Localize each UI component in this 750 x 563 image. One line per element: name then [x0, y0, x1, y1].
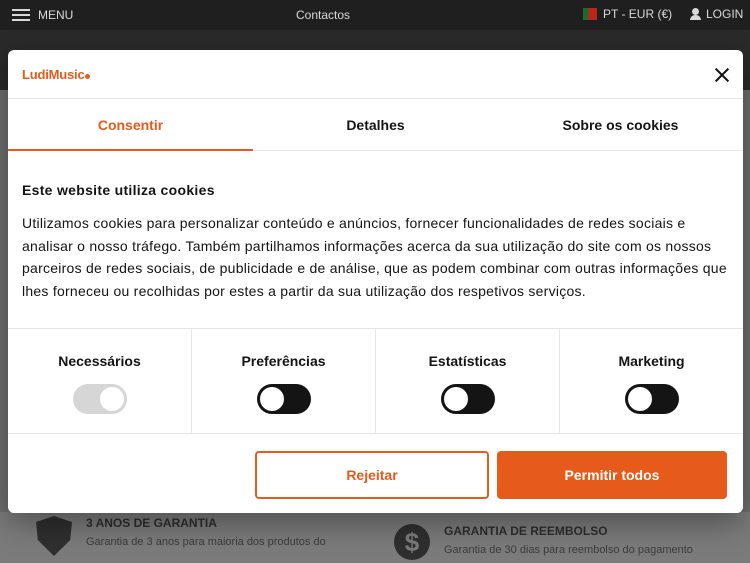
consent-tabs: Consentir Detalhes Sobre os cookies — [8, 99, 743, 151]
consent-body: Este website utiliza cookies Utilizamos … — [22, 182, 732, 302]
close-icon[interactable] — [712, 65, 732, 85]
necessarios-toggle — [72, 384, 127, 414]
feature-subtitle: Garantia de 30 dias para reembolso do pa… — [444, 544, 693, 556]
dialog-actions: Rejeitar Permitir todos — [8, 434, 743, 513]
marketing-toggle[interactable] — [624, 384, 679, 414]
top-bar: MENU Contactos PT - EUR (€) LOGIN — [0, 0, 750, 30]
language-currency-selector[interactable]: PT - EUR (€) — [583, 7, 672, 21]
portugal-flag-icon — [583, 8, 597, 20]
category-label: Necessários — [58, 353, 141, 369]
category-estatisticas: Estatísticas — [376, 329, 560, 433]
feature-subtitle: Garantia de 3 anos para maioria dos prod… — [86, 536, 326, 548]
feature-refund: $ GARANTIA DE REEMBOLSO Garantia de 30 d… — [394, 524, 693, 560]
category-label: Marketing — [618, 353, 685, 369]
login-link[interactable]: LOGIN — [690, 7, 743, 21]
ludimusic-logo: LudiMusic — [22, 67, 91, 82]
category-label: Preferências — [241, 353, 326, 369]
consent-heading: Este website utiliza cookies — [22, 182, 215, 198]
preferencias-toggle[interactable] — [256, 384, 311, 414]
category-label: Estatísticas — [428, 353, 507, 369]
category-preferencias: Preferências — [192, 329, 376, 433]
dollar-icon: $ — [394, 524, 430, 560]
tab-consentir[interactable]: Consentir — [8, 99, 253, 151]
allow-all-button[interactable]: Permitir todos — [497, 451, 727, 499]
language-currency-label: PT - EUR (€) — [603, 7, 673, 21]
feature-title: 3 ANOS DE GARANTIA — [86, 516, 217, 530]
features-strip: 3 ANOS DE GARANTIA Garantia de 3 anos pa… — [0, 512, 750, 563]
contacts-link[interactable]: Contactos — [296, 8, 350, 22]
user-icon — [690, 8, 701, 20]
shield-check-icon — [36, 516, 72, 556]
feature-warranty: 3 ANOS DE GARANTIA Garantia de 3 anos pa… — [36, 516, 326, 556]
estatisticas-toggle[interactable] — [440, 384, 495, 414]
cookie-consent-dialog: LudiMusic Consentir Detalhes Sobre os co… — [8, 50, 743, 513]
cookie-categories: Necessários Preferências Estatísticas Ma… — [8, 328, 743, 434]
tab-sobre-os-cookies[interactable]: Sobre os cookies — [498, 99, 743, 150]
menu-button[interactable]: MENU — [12, 8, 73, 22]
login-label: LOGIN — [706, 7, 744, 21]
category-necessarios: Necessários — [8, 329, 192, 433]
dialog-header: LudiMusic — [8, 50, 743, 99]
consent-description: Utilizamos cookies para personalizar con… — [22, 215, 727, 299]
tab-detalhes[interactable]: Detalhes — [253, 99, 498, 150]
category-marketing: Marketing — [560, 329, 743, 433]
hamburger-icon — [12, 9, 30, 21]
feature-title: GARANTIA DE REEMBOLSO — [444, 524, 608, 538]
menu-label: MENU — [38, 8, 74, 22]
reject-button[interactable]: Rejeitar — [255, 451, 489, 499]
